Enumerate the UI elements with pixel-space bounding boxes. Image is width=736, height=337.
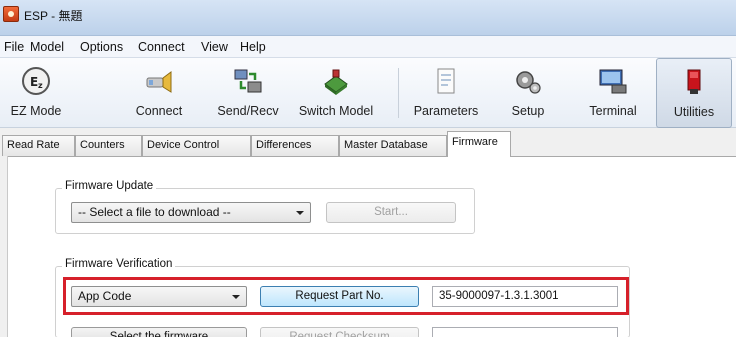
connect-button[interactable]: Connect <box>124 58 194 128</box>
ez-mode-label: EZ Mode <box>10 104 62 118</box>
start-button[interactable]: Start... <box>326 202 456 223</box>
request-checksum-button[interactable]: Request Checksum <box>260 327 419 337</box>
firmware-file-select[interactable]: -- Select a file to download -- <box>71 202 311 223</box>
svg-text:E: E <box>30 75 38 89</box>
parameters-label: Parameters <box>413 104 479 118</box>
tab-firmware[interactable]: Firmware <box>447 131 511 157</box>
switch-model-button[interactable]: Switch Model <box>294 58 378 128</box>
send-recv-icon <box>234 69 262 93</box>
chevron-down-icon <box>296 211 304 215</box>
ez-mode-button[interactable]: E z EZ Mode <box>4 58 68 128</box>
menu-options[interactable]: Options <box>80 40 123 54</box>
terminal-icon <box>599 69 627 94</box>
setup-button[interactable]: Setup <box>500 58 556 128</box>
svg-text:z: z <box>38 81 43 90</box>
title-bar: ESP - 無題 <box>0 0 736 36</box>
toolbar-separator <box>398 68 399 118</box>
menu-view[interactable]: View <box>201 40 228 54</box>
send-recv-button[interactable]: Send/Recv <box>208 58 288 128</box>
select-firmware-button[interactable]: Select the firmware <box>71 327 247 337</box>
menu-model[interactable]: Model <box>30 40 64 54</box>
setup-label: Setup <box>511 104 545 118</box>
firmware-verification-legend: Firmware Verification <box>62 258 176 270</box>
connect-icon <box>146 71 172 93</box>
send-recv-label: Send/Recv <box>217 104 279 118</box>
utilities-icon <box>687 69 701 94</box>
panel-left-rail <box>0 156 8 337</box>
parameters-icon <box>437 68 455 94</box>
app-icon <box>3 6 19 22</box>
highlight-annotation <box>63 277 629 315</box>
switch-model-icon <box>324 69 348 95</box>
toolbar: E z EZ Mode Connect Send/Recv Switch Mod… <box>0 58 736 128</box>
checksum-field[interactable] <box>432 327 618 337</box>
connect-label: Connect <box>135 104 183 118</box>
ez-mode-icon: E z <box>22 67 50 95</box>
parameters-button[interactable]: Parameters <box>404 58 488 128</box>
menu-bar: File Model Options Connect View Help <box>0 36 736 58</box>
tab-strip: Read Rate Counters Device Control Differ… <box>0 128 736 157</box>
tab-master-database[interactable]: Master Database <box>339 135 447 156</box>
terminal-label: Terminal <box>589 104 637 118</box>
tab-device-control[interactable]: Device Control <box>142 135 251 156</box>
menu-file[interactable]: File <box>4 40 24 54</box>
switch-model-label: Switch Model <box>298 104 374 118</box>
tab-counters[interactable]: Counters <box>75 135 142 156</box>
tab-read-rate[interactable]: Read Rate <box>2 135 75 156</box>
setup-icon <box>516 71 541 94</box>
window-title: ESP - 無題 <box>24 9 83 23</box>
utilities-button[interactable]: Utilities <box>656 58 732 128</box>
terminal-button[interactable]: Terminal <box>578 58 648 128</box>
firmware-file-select-value: -- Select a file to download -- <box>78 205 231 219</box>
menu-connect[interactable]: Connect <box>138 40 185 54</box>
firmware-update-legend: Firmware Update <box>62 180 157 192</box>
tab-differences[interactable]: Differences <box>251 135 339 156</box>
menu-help[interactable]: Help <box>240 40 266 54</box>
utilities-label: Utilities <box>673 105 715 119</box>
